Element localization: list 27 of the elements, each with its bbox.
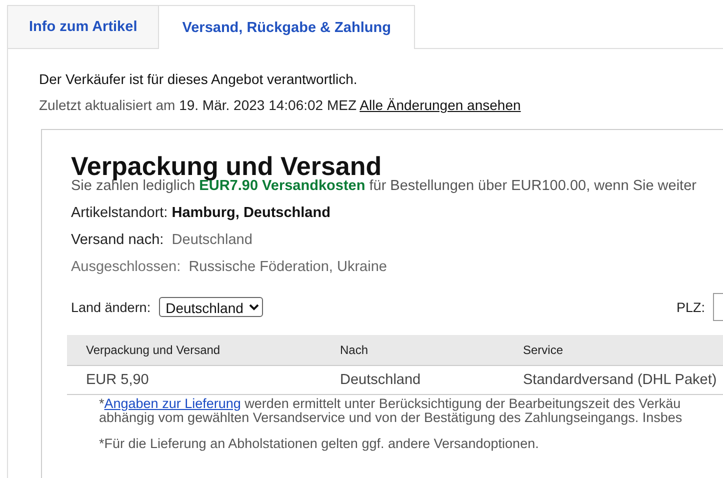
column-header: Nach (321, 335, 504, 366)
table-cell: Standardversand (DHL Paket) (504, 366, 723, 394)
ships-to-label: Versand nach: (71, 232, 164, 248)
location-label: Artikelstandort: (71, 205, 168, 221)
country-select[interactable]: Deutschland (158, 297, 263, 317)
ships-to-value: Deutschland (172, 232, 252, 248)
excluded-label: Ausgeschlossen: (71, 259, 181, 275)
delivery-info-link[interactable]: Angaben zur Lieferung (104, 396, 241, 411)
country-label: Land ändern: (71, 300, 151, 314)
column-header: Verpackung und Versand (67, 335, 321, 366)
postcode-label: PLZ: (676, 300, 705, 314)
column-header: Service (504, 335, 723, 366)
promo-text: Sie zahlen lediglich EUR7.90 Versandkosten für Bestellungen über EUR100.00, wenn Sie weiter (71, 178, 698, 194)
updated-date: 19. Mär. 2023 14:06:02 MEZ (179, 97, 357, 113)
postcode-field[interactable] (713, 293, 723, 321)
delivery-note: *Angaben zur Lieferung werden ermittelt unter Berücksichtigung der Bearbeitungszeit des Verkäu abhängig vom gewählten Versandservice und von der Bestätigung des Zahlungseingangs. Insbes (99, 397, 684, 425)
location-value: Hamburg, Deutschland (172, 205, 330, 221)
table-cell: EUR 5,90 (67, 366, 321, 394)
tab[interactable]: Info zum Artikel (7, 5, 158, 48)
pickup-note: *Für die Lieferung an Abholstationen gelten ggf. andere Versandoptionen. (99, 437, 540, 451)
excluded-value: Russische Föderation, Ukraine (188, 259, 387, 275)
changes-link[interactable]: Alle Änderungen ansehen (360, 97, 521, 113)
tab[interactable]: Versand, Rückgabe & Zahlung (158, 5, 415, 49)
table-cell: Deutschland (321, 366, 504, 394)
seller-note: Der Verkäufer ist für dieses Angebot verantwortlich. (39, 71, 358, 87)
section-title: Verpackung und Versand (71, 154, 382, 178)
updated-label: Zuletzt aktualisiert am (39, 97, 176, 113)
